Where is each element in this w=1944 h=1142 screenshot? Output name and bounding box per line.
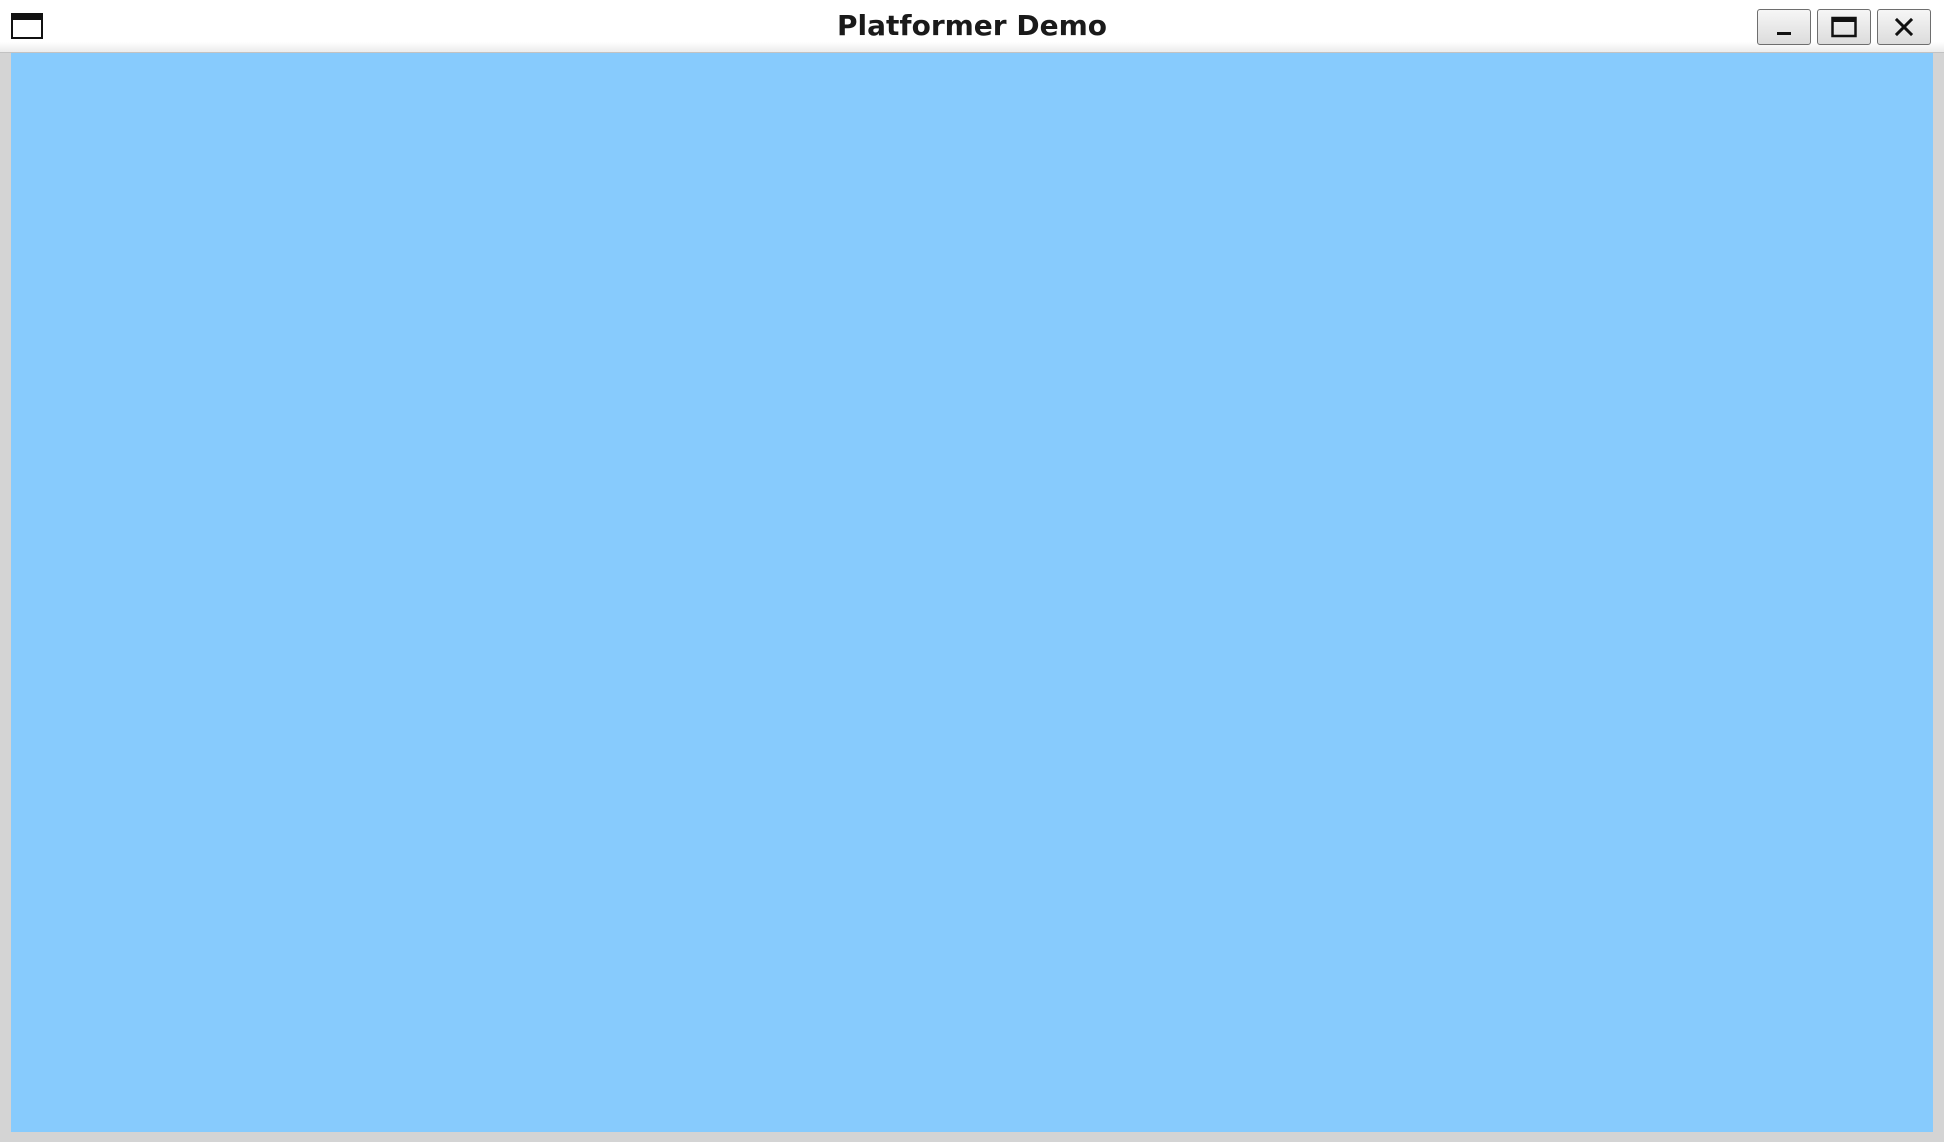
close-icon [1893,16,1915,38]
maximize-button[interactable] [1817,9,1871,45]
title-bar[interactable]: Platformer Demo [0,0,1944,53]
maximize-icon [1830,15,1858,39]
close-button[interactable] [1877,9,1931,45]
window-title: Platformer Demo [837,9,1107,42]
minimize-icon [1773,16,1795,38]
game-canvas[interactable] [11,53,1933,1132]
app-window: Platformer Demo [0,0,1944,1142]
minimize-button[interactable] [1757,9,1811,45]
